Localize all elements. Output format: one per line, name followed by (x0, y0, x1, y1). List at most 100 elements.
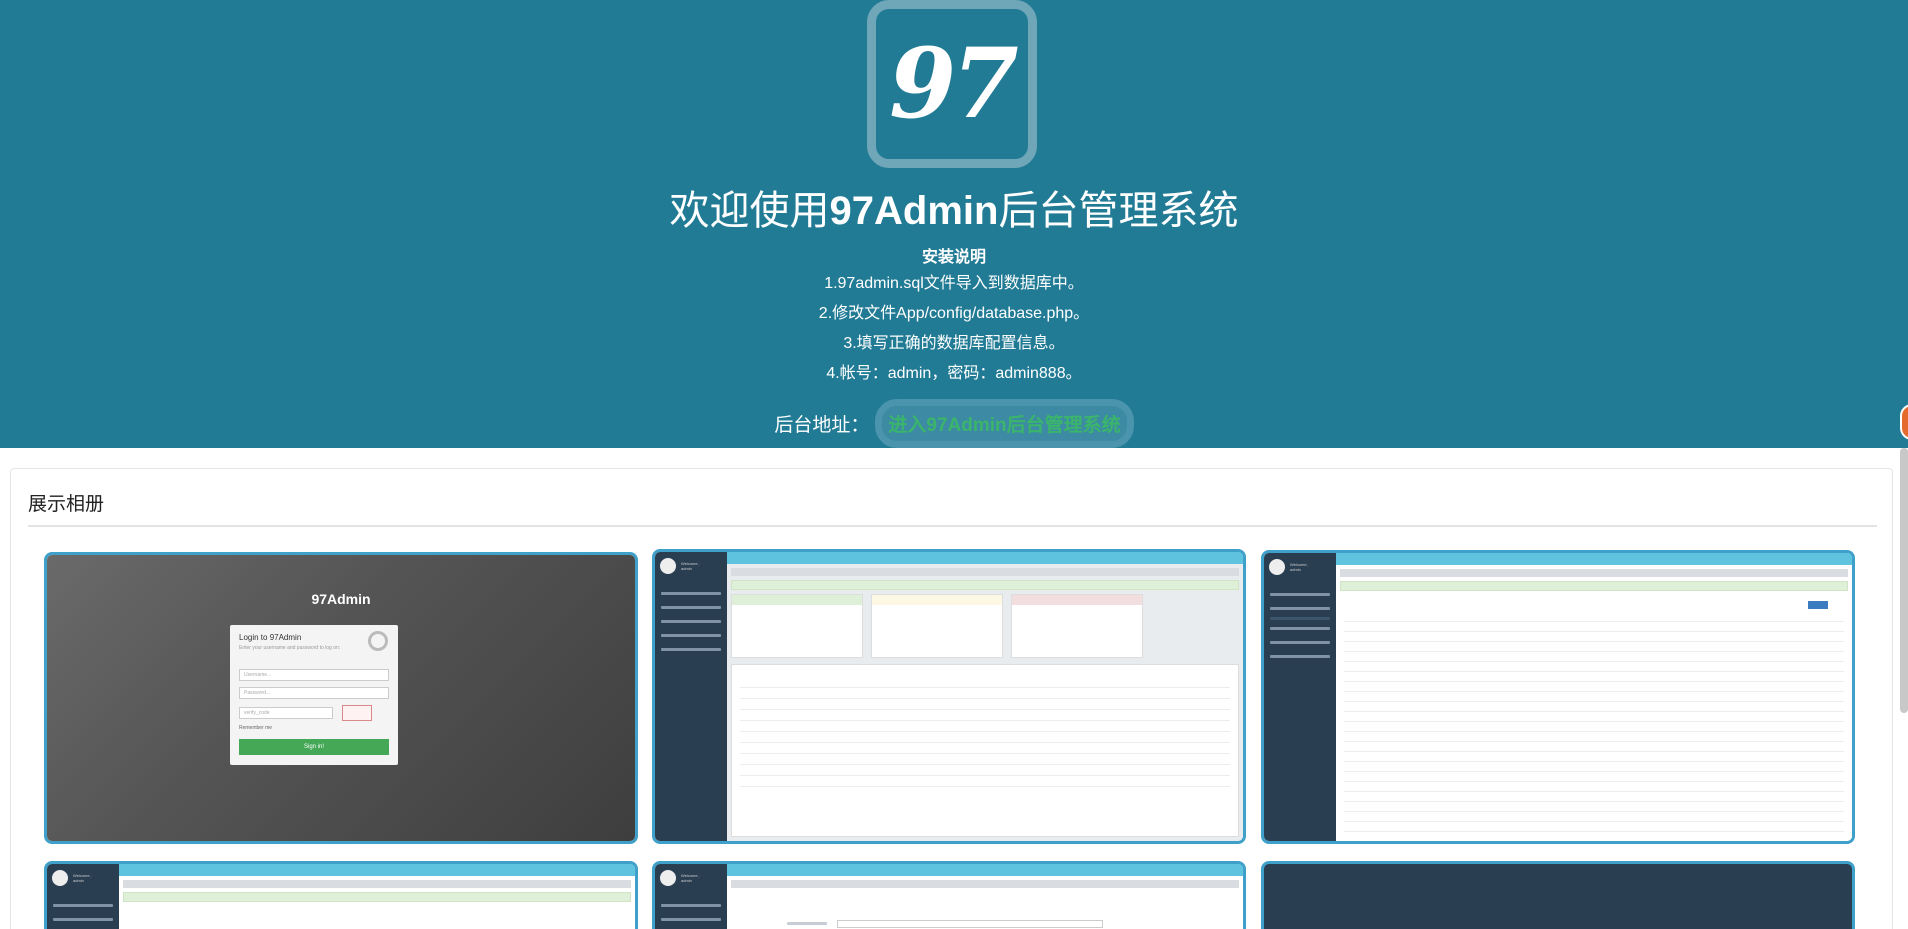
install-heading: 安装说明 (921, 249, 986, 266)
table-row (1344, 801, 1844, 802)
mock-nav-item (1270, 617, 1330, 620)
table-row (1344, 731, 1844, 732)
page-scrollbar[interactable] (1900, 448, 1908, 713)
key-icon (368, 631, 388, 651)
mock-sidebar: Welcome, admin (655, 864, 727, 929)
install-step: 2.修改文件App/config/database.php。 (818, 305, 1090, 322)
table-row (1344, 691, 1844, 692)
mock-nav-item (661, 592, 721, 595)
mock-alert (1340, 581, 1848, 591)
mock-nav-item (661, 634, 721, 637)
gallery-thumb-dashboard[interactable]: Welcome, admin (652, 549, 1246, 844)
table-row (1344, 821, 1844, 822)
hero-banner: 97 欢迎使用97Admin后台管理系统 安装说明 1.97admin.sql文… (0, 0, 1908, 448)
mock-nav-item (1270, 655, 1330, 658)
mock-topbar (727, 864, 1243, 876)
avatar (52, 870, 68, 886)
mock-input (837, 920, 1103, 928)
divider (28, 525, 1877, 527)
gallery-thumb-dark[interactable] (1261, 861, 1855, 929)
gallery-thumb-login[interactable]: 97Admin Login to 97Admin Enter your user… (44, 552, 638, 844)
gallery-thumb-menu-list[interactable]: Welcome, admin (1261, 550, 1855, 844)
mock-user: admin (73, 878, 84, 883)
table-row (1344, 631, 1844, 632)
table-row (1344, 761, 1844, 762)
admin-address-row: 后台地址： 进入97Admin后台管理系统 (0, 398, 1908, 448)
mock-alert (123, 892, 631, 902)
mock-welcome: Welcome, admin (1290, 562, 1308, 572)
table-row (1344, 791, 1844, 792)
mock-main (727, 564, 1243, 841)
captcha-image (342, 705, 372, 721)
mock-breadcrumb (123, 880, 631, 888)
gallery-heading: 展示相册 (28, 494, 105, 515)
mock-sidebar: Welcome, admin (1264, 553, 1336, 841)
mock-card (871, 594, 1003, 658)
logo-97-icon: 97 (867, 0, 1037, 168)
login-form-mock: Login to 97Admin Enter your username and… (230, 625, 398, 765)
table-row (740, 742, 1230, 743)
mock-topbar (1336, 553, 1852, 565)
password-field: Password... (239, 687, 389, 699)
gallery-thumb-role-edit[interactable]: Welcome, admin (652, 861, 1246, 929)
table-row (740, 775, 1230, 776)
mock-nav-item (53, 904, 113, 907)
mock-topbar (119, 864, 635, 876)
mock-nav-item (661, 904, 721, 907)
title-prefix: 欢迎使用 (669, 189, 830, 233)
install-steps: 1.97admin.sql文件导入到数据库中。 2.修改文件App/config… (0, 272, 1908, 392)
table-row (740, 698, 1230, 699)
table-row (1344, 781, 1844, 782)
mock-card (731, 594, 863, 658)
remember-me: Remember me (239, 725, 273, 731)
mock-field-label (787, 922, 827, 925)
mock-add-button (1808, 601, 1828, 609)
mock-nav-item (1270, 593, 1330, 596)
table-row (1344, 741, 1844, 742)
page-title: 欢迎使用97Admin后台管理系统 (0, 178, 1908, 236)
mock-sidebar: Welcome, admin (655, 552, 727, 841)
table-row (1344, 701, 1844, 702)
table-row (1344, 831, 1844, 832)
table-row (740, 720, 1230, 721)
mock-main (727, 876, 1243, 929)
table-row (1344, 711, 1844, 712)
avatar (1269, 559, 1285, 575)
avatar (660, 870, 676, 886)
table-row (1344, 751, 1844, 752)
mock-user: admin (681, 566, 692, 571)
mock-nav-item (661, 648, 721, 651)
table-row (1344, 771, 1844, 772)
mock-main (119, 876, 635, 929)
login-title: Login to 97Admin (239, 633, 302, 642)
enter-admin-link[interactable]: 进入97Admin后台管理系统 (875, 398, 1134, 448)
username-field: Username... (239, 669, 389, 681)
mock-log-table (731, 664, 1239, 837)
table-row (740, 709, 1230, 710)
mock-nav-item (53, 918, 113, 921)
mock-nav-item (1270, 607, 1330, 610)
mock-main (1336, 565, 1852, 841)
mock-nav-item (661, 606, 721, 609)
install-step: 4.帐号：admin，密码：admin888。 (826, 365, 1082, 382)
mock-welcome: Welcome, admin (681, 561, 699, 571)
signin-button: Sign in! (239, 739, 389, 755)
verify-code-field: verify_code (239, 707, 333, 719)
table-row (1344, 671, 1844, 672)
mock-nav-item (1270, 627, 1330, 630)
title-brand: 97Admin (829, 189, 999, 233)
title-suffix: 后台管理系统 (998, 189, 1239, 233)
mock-card (1011, 594, 1143, 658)
mock-user: admin (681, 878, 692, 883)
mock-user: admin (1290, 567, 1301, 572)
table-row (740, 753, 1230, 754)
floating-side-button[interactable] (1900, 404, 1908, 440)
mock-welcome: Welcome, admin (681, 873, 699, 883)
mock-breadcrumb (731, 568, 1239, 576)
mock-alert (731, 580, 1239, 590)
gallery-thumb-site-settings[interactable]: Welcome, admin (44, 861, 638, 929)
mock-breadcrumb (731, 880, 1239, 888)
table-row (740, 731, 1230, 732)
table-row (740, 786, 1230, 787)
mock-nav-item (661, 918, 721, 921)
